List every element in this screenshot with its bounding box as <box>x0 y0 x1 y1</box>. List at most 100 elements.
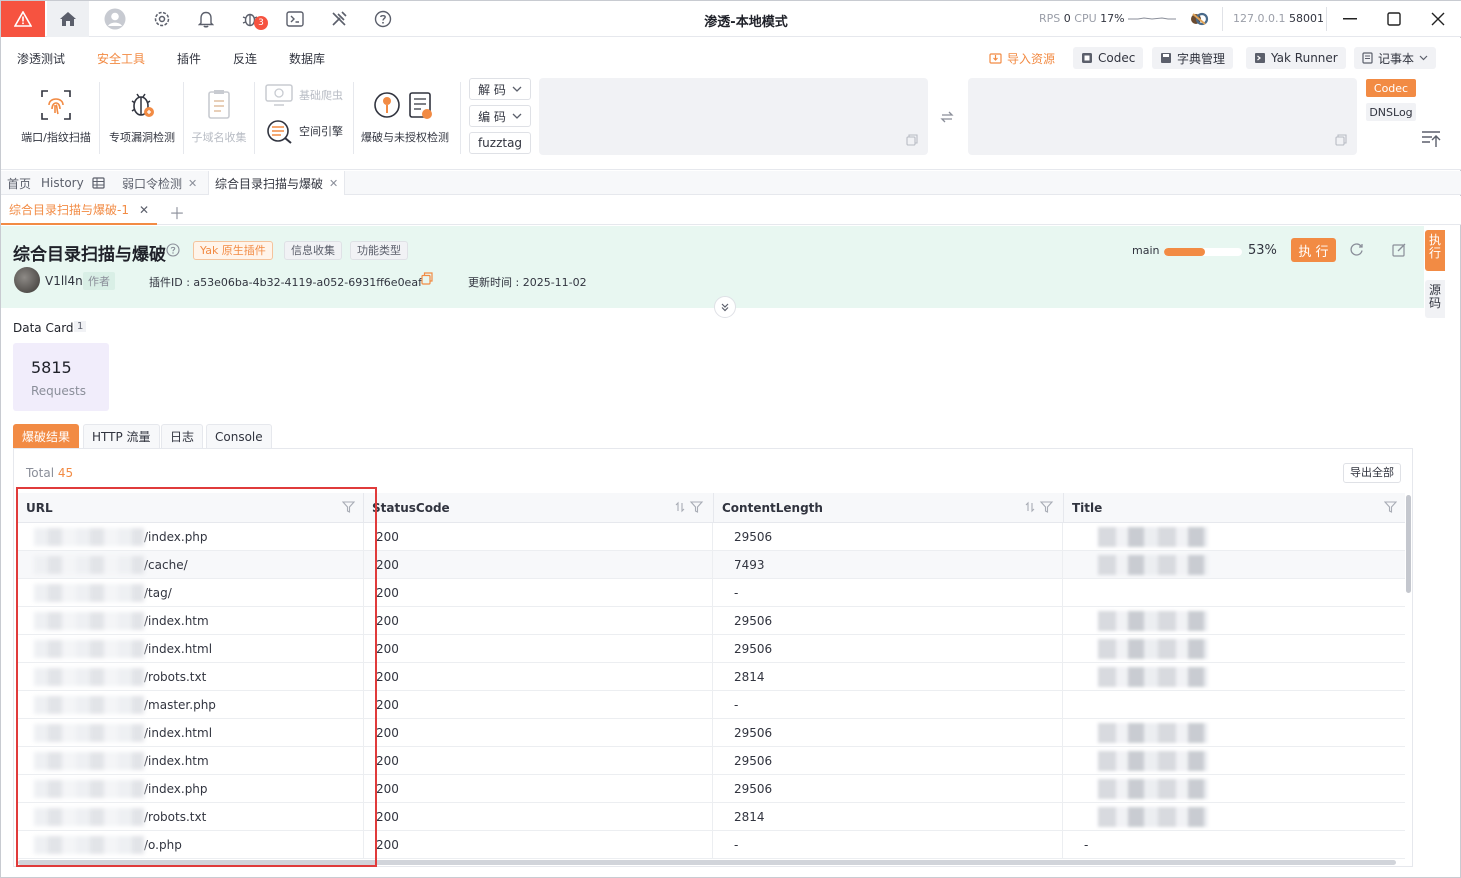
brute-force-tool[interactable]: 爆破与未授权检测 <box>359 85 451 145</box>
close-icon[interactable] <box>1415 1 1461 37</box>
tab-dir-scan-label: 综合目录扫描与爆破 <box>215 176 324 191</box>
sort-filter-icon[interactable] <box>1025 501 1055 516</box>
help-icon[interactable] <box>166 243 180 260</box>
vuln-detect-tool[interactable]: 专项漏洞检测 <box>105 85 179 145</box>
cell-length: - <box>726 579 1063 607</box>
refresh-icon[interactable] <box>1349 242 1364 260</box>
side-dnslog-tab[interactable]: DNSLog <box>1366 103 1416 121</box>
cell-title: - <box>1076 831 1405 859</box>
redacted-title <box>1098 555 1208 575</box>
engine-ip: 127.0.0.1 <box>1233 12 1286 25</box>
side-codec-tab[interactable]: Codec <box>1366 79 1416 97</box>
crawler-tool[interactable]: 基础爬虫 <box>265 84 343 106</box>
notebook-button[interactable]: 记事本 <box>1354 47 1437 69</box>
column-status-label: StatusCode <box>372 501 450 515</box>
codec-output-area[interactable] <box>968 78 1357 155</box>
cell-length: 29506 <box>726 775 1063 803</box>
column-header-length[interactable]: ContentLength <box>714 493 1064 523</box>
tab-http-traffic[interactable]: HTTP 流量 <box>83 424 160 448</box>
column-header-status[interactable]: StatusCode <box>364 493 714 523</box>
export-all-button[interactable]: 导出全部 <box>1343 463 1401 483</box>
dictionary-button[interactable]: 字典管理 <box>1152 47 1234 69</box>
divider <box>99 82 100 154</box>
subdomain-tool[interactable]: 子域名收集 <box>189 85 249 145</box>
tab-history[interactable]: History <box>35 171 90 195</box>
close-tab-icon[interactable]: ✕ <box>329 177 338 190</box>
tab-dir-scan[interactable]: 综合目录扫描与爆破 ✕ <box>208 171 346 195</box>
runner-icon <box>1255 53 1265 63</box>
title-bar: 3 渗透-本地模式 RPS 0 CPU 17% 127.0.0.1 58001 <box>1 1 1461 37</box>
fuzztag-button[interactable]: fuzztag <box>469 132 531 154</box>
codec-icon <box>1082 53 1092 63</box>
progress-bar <box>1164 248 1242 256</box>
side-tab-source[interactable]: 源码 <box>1425 280 1445 318</box>
column-header-title[interactable]: Title <box>1064 493 1405 523</box>
subtab-dir-scan-1-label: 综合目录扫描与爆破-1 <box>9 203 129 217</box>
run-button[interactable]: 执 行 <box>1291 238 1336 262</box>
collapse-ribbon-icon[interactable] <box>1421 130 1441 151</box>
help-icon[interactable] <box>365 1 401 37</box>
tab-logs[interactable]: 日志 <box>161 424 204 448</box>
add-tab-icon[interactable]: ＋ <box>169 200 185 224</box>
column-length-label: ContentLength <box>722 501 823 515</box>
space-engine-tool[interactable]: 空间引擎 <box>265 118 343 144</box>
tab-console[interactable]: Console <box>206 424 272 448</box>
bell-icon[interactable] <box>188 1 224 37</box>
swap-icon[interactable] <box>940 110 954 128</box>
tab-history-label: History <box>41 176 84 190</box>
menu-tab-pentest[interactable]: 渗透测试 <box>17 50 65 67</box>
engine-status-icon[interactable] <box>1181 1 1217 37</box>
edit-icon[interactable] <box>1392 242 1407 260</box>
cell-status: 200 <box>376 579 713 607</box>
tab-home-label: 首页 <box>7 176 32 191</box>
cell-status: 200 <box>376 719 713 747</box>
side-tab-execute[interactable]: 执行 <box>1425 230 1445 271</box>
menu-tab-plugins[interactable]: 插件 <box>177 50 201 67</box>
home-icon[interactable] <box>47 1 89 37</box>
author-avatar <box>14 267 40 293</box>
decode-select[interactable]: 解 码 <box>469 78 531 100</box>
terminal-icon[interactable] <box>277 1 313 37</box>
user-avatar-icon[interactable] <box>97 1 133 37</box>
yak-runner-button[interactable]: Yak Runner <box>1246 47 1346 69</box>
tab-weak-password[interactable]: 弱口令检测 ✕ <box>116 171 203 195</box>
sort-filter-icon[interactable] <box>675 501 705 516</box>
maximize-icon[interactable] <box>1371 1 1417 37</box>
tab-home[interactable]: 首页 <box>1 171 37 195</box>
tools-icon[interactable] <box>321 1 357 37</box>
port-scan-tool[interactable]: 端口/指纹扫描 <box>17 85 95 145</box>
close-tab-icon[interactable]: ✕ <box>139 203 149 217</box>
branch-label: main <box>1132 244 1160 257</box>
copy-icon[interactable] <box>421 272 433 288</box>
main-tab-bar: 首页 History 弱口令检测 ✕ 综合目录扫描与爆破 ✕ <box>1 171 1461 195</box>
subtab-dir-scan-1[interactable]: 综合目录扫描与爆破-1 ✕ <box>1 196 158 225</box>
copy-icon[interactable] <box>1335 134 1347 149</box>
codec-input-area[interactable] <box>539 78 928 155</box>
chevron-down-icon <box>1419 55 1428 61</box>
tab-grid[interactable] <box>86 171 111 195</box>
chevron-down-icon <box>512 86 522 92</box>
tab-brute-results[interactable]: 爆破结果 <box>13 424 80 448</box>
warning-icon[interactable] <box>1 1 45 37</box>
chevron-down-icon <box>512 113 522 119</box>
cell-status: 200 <box>376 831 713 859</box>
cell-length: 29506 <box>726 635 1063 663</box>
import-resource-button[interactable]: 导入资源 <box>981 47 1063 69</box>
vertical-scrollbar[interactable] <box>1406 495 1411 593</box>
encode-select[interactable]: 编 码 <box>469 105 531 127</box>
copy-icon[interactable] <box>906 134 918 149</box>
expand-chevron-icon[interactable] <box>714 296 736 318</box>
document-icon <box>199 85 239 125</box>
close-tab-icon[interactable]: ✕ <box>188 177 197 190</box>
menu-tab-security-tools[interactable]: 安全工具 <box>97 50 145 67</box>
settings-gear-icon[interactable] <box>144 1 180 37</box>
codec-button[interactable]: Codec <box>1073 47 1144 69</box>
sub-tab-bar: 综合目录扫描与爆破-1 ✕ ＋ <box>1 196 1461 225</box>
progress-fill <box>1164 248 1206 256</box>
minimize-icon[interactable] <box>1327 1 1373 37</box>
cell-title <box>1076 803 1405 831</box>
menu-tab-reverse[interactable]: 反连 <box>233 50 257 67</box>
menu-tab-database[interactable]: 数据库 <box>289 50 325 67</box>
cell-title <box>1076 635 1405 663</box>
filter-icon[interactable] <box>1383 501 1398 516</box>
